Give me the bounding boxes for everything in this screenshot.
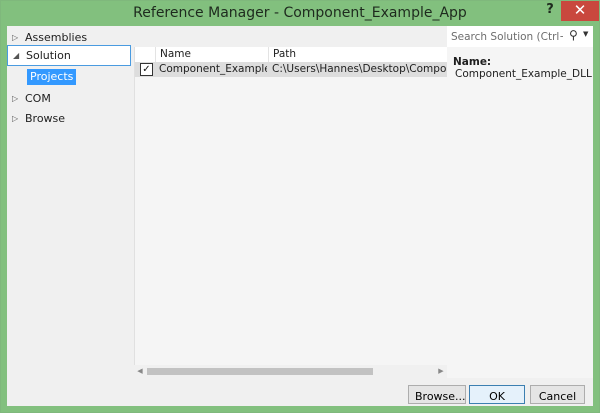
scrollbar-thumb[interactable] [147, 368, 373, 375]
nav-item-label: COM [25, 92, 51, 105]
search-icon[interactable]: ⚲ [569, 28, 578, 42]
row-name: Component_Example_DLL [159, 63, 267, 75]
nav-item-label: Browse [25, 112, 66, 125]
close-button[interactable]: ✕ [561, 1, 599, 21]
list-header: Name Path [135, 47, 448, 63]
search-input[interactable] [449, 28, 565, 45]
expand-arrow-icon[interactable]: ▷ [12, 89, 20, 108]
row-path: C:\Users\Hannes\Desktop\Component_Exampl… [272, 63, 448, 75]
details-name-value: Component_Example_DLL [455, 68, 592, 80]
nav-item-com[interactable]: ▷ COM [7, 89, 131, 108]
dialog-footer: Browse... OK Cancel [7, 378, 593, 406]
table-row[interactable]: ✓ Component_Example_DLL C:\Users\Hannes\… [135, 62, 448, 77]
browse-button[interactable]: Browse... [408, 385, 466, 404]
title-bar[interactable]: Reference Manager - Component_Example_Ap… [1, 1, 599, 26]
chevron-down-icon[interactable]: ▼ [583, 30, 588, 38]
scroll-right-icon[interactable]: ▶ [435, 365, 447, 378]
category-nav: ▷ Assemblies ◢ Solution Projects ▷ COM ▷… [7, 26, 133, 406]
window-title: Reference Manager - Component_Example_Ap… [133, 5, 467, 21]
reference-manager-window: Reference Manager - Component_Example_Ap… [0, 0, 600, 413]
nav-item-label: Solution [26, 49, 71, 62]
reference-checkbox[interactable]: ✓ [140, 63, 153, 76]
nav-item-browse[interactable]: ▷ Browse [7, 109, 131, 128]
dialog-body: ▷ Assemblies ◢ Solution Projects ▷ COM ▷… [7, 26, 593, 406]
ok-button[interactable]: OK [469, 385, 525, 404]
expand-arrow-icon[interactable]: ▷ [12, 109, 20, 128]
column-header-path[interactable]: Path [268, 47, 449, 62]
scroll-left-icon[interactable]: ◀ [134, 365, 146, 378]
search-box[interactable]: ⚲ ▼ [447, 26, 593, 48]
horizontal-scrollbar[interactable]: ◀ ▶ [134, 365, 447, 378]
reference-list[interactable]: Name Path ✓ Component_Example_DLL C:\Use… [134, 47, 448, 378]
nav-item-solution[interactable]: ◢ Solution [7, 45, 131, 66]
nav-subitem-projects[interactable]: Projects [27, 69, 77, 85]
cancel-button[interactable]: Cancel [530, 385, 585, 404]
help-button[interactable]: ? [542, 2, 558, 18]
collapse-arrow-icon[interactable]: ◢ [13, 46, 21, 65]
details-name-label: Name: [453, 56, 492, 68]
column-header-name[interactable]: Name [155, 47, 268, 62]
details-panel: Name: Component_Example_DLL [447, 47, 593, 378]
